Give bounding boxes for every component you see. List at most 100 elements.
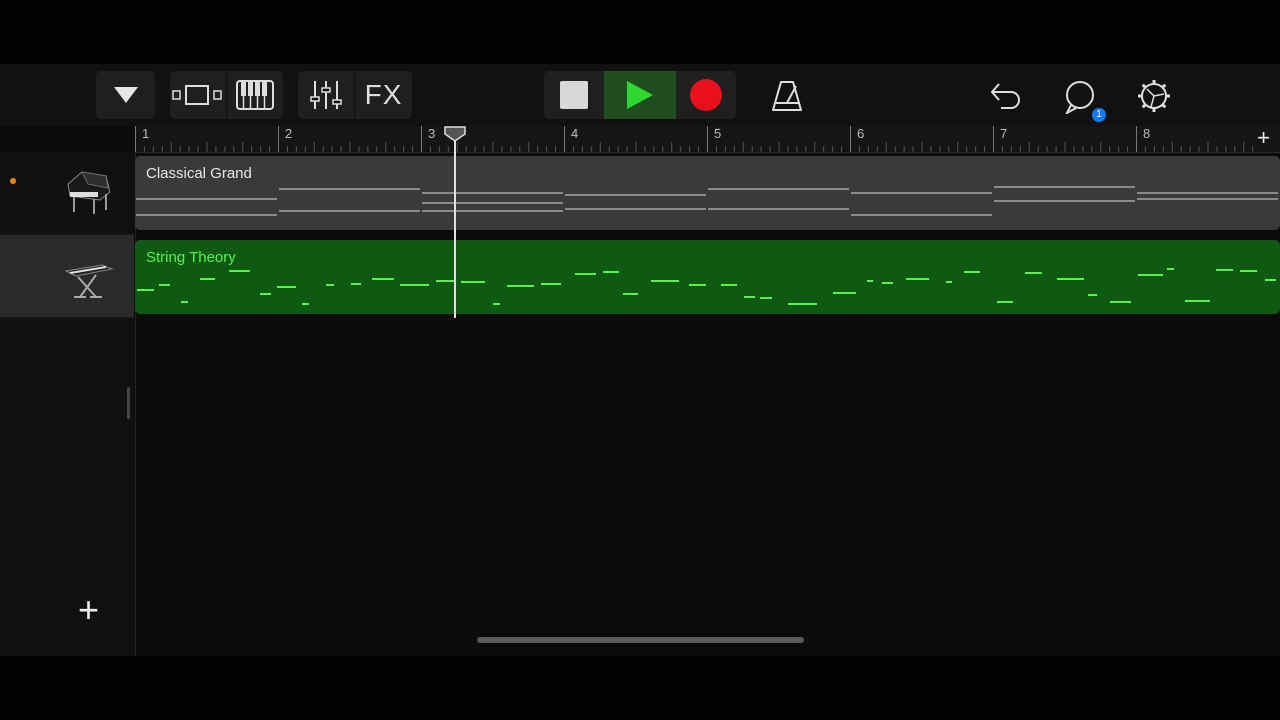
midi-note — [623, 293, 638, 295]
midi-note — [1240, 270, 1257, 272]
undo-icon — [990, 83, 1020, 109]
bar-number: 6 — [857, 126, 865, 141]
midi-note — [1265, 279, 1276, 281]
midi-note — [302, 303, 309, 305]
midi-note — [279, 188, 420, 190]
bar-number: 7 — [1000, 126, 1008, 141]
midi-note — [137, 289, 154, 291]
garageband-app: FX 1 1 2 3 4 5 6 7 8 + + Classical Grand… — [0, 64, 1280, 656]
mixer-button[interactable] — [298, 71, 354, 119]
toolbar: FX 1 — [0, 64, 1280, 126]
playhead-line — [454, 140, 456, 318]
midi-note — [136, 198, 277, 200]
keyboard-icon — [236, 80, 274, 110]
midi-note — [708, 188, 849, 190]
midi-note — [603, 271, 619, 273]
midi-note — [1216, 269, 1233, 271]
midi-note — [260, 293, 271, 295]
ruler-ticks — [135, 126, 1254, 152]
midi-note — [461, 281, 485, 283]
keyboard-button[interactable] — [227, 71, 283, 119]
record-button[interactable] — [676, 71, 736, 119]
midi-note — [851, 214, 992, 216]
midi-note — [721, 284, 737, 286]
midi-note — [277, 286, 296, 288]
fx-button[interactable]: FX — [355, 71, 412, 119]
record-icon — [690, 79, 722, 111]
midi-note — [760, 297, 772, 299]
track-header-string-theory[interactable] — [0, 235, 134, 318]
mixer-sliders-icon — [310, 81, 342, 109]
add-section-button[interactable]: + — [1257, 126, 1270, 150]
midi-note — [1185, 300, 1210, 302]
region-string-theory[interactable]: String Theory — [135, 240, 1280, 314]
bar-number: 5 — [714, 126, 722, 141]
midi-note — [882, 282, 893, 284]
midi-note — [136, 214, 277, 216]
play-icon — [627, 81, 653, 109]
metronome-icon — [772, 81, 802, 111]
midi-note — [744, 296, 755, 298]
midi-note — [507, 285, 534, 287]
midi-note — [1167, 268, 1174, 270]
grand-piano-icon — [67, 171, 111, 214]
tracks-view-icon — [172, 85, 222, 105]
midi-note — [1137, 198, 1278, 200]
add-track-button[interactable]: + — [78, 592, 99, 628]
midi-note — [994, 200, 1135, 202]
midi-note — [1057, 278, 1084, 280]
home-indicator[interactable] — [477, 637, 804, 643]
midi-note — [906, 278, 929, 280]
midi-note — [159, 284, 170, 286]
midi-note — [541, 283, 561, 285]
region-label: String Theory — [146, 249, 236, 266]
timeline-ruler[interactable]: 1 2 3 4 5 6 7 8 + — [135, 126, 1280, 153]
loop-count-badge: 1 — [1092, 108, 1106, 122]
transport-group — [544, 71, 736, 119]
settings-button[interactable] — [1134, 76, 1174, 116]
midi-note — [964, 271, 980, 273]
midi-note — [422, 192, 563, 194]
bar-number: 4 — [571, 126, 579, 141]
stop-button[interactable] — [544, 71, 604, 119]
midi-note — [1088, 294, 1097, 296]
midi-note — [997, 301, 1013, 303]
bar-number: 2 — [285, 126, 293, 141]
undo-button[interactable] — [986, 78, 1024, 114]
midi-note — [372, 278, 394, 280]
midi-note — [229, 270, 250, 272]
midi-note — [689, 284, 706, 286]
bar-number: 8 — [1143, 126, 1151, 141]
track-lanes: Classical Grand String Theory — [135, 152, 1280, 656]
midi-note — [833, 292, 856, 294]
settings-gear-icon — [1138, 80, 1170, 112]
midi-note — [1138, 274, 1163, 276]
region-label: Classical Grand — [146, 165, 252, 182]
track-header-classical-grand[interactable] — [0, 152, 134, 235]
view-group — [170, 71, 283, 119]
region-classical-grand[interactable]: Classical Grand — [135, 156, 1280, 230]
metronome-button[interactable] — [768, 78, 806, 114]
midi-note — [788, 303, 817, 305]
header-resize-handle[interactable] — [127, 387, 130, 419]
midi-note — [1137, 192, 1278, 194]
midi-note — [651, 280, 679, 282]
midi-note — [851, 192, 992, 194]
loop-browser-icon — [1065, 81, 1094, 114]
loop-browser-button[interactable]: 1 — [1060, 78, 1106, 122]
stop-icon — [560, 81, 588, 109]
keyboard-stand-icon — [64, 264, 114, 298]
midi-note — [181, 301, 188, 303]
midi-note — [867, 280, 873, 282]
tracks-view-button[interactable] — [170, 71, 226, 119]
midi-note — [200, 278, 215, 280]
midi-note — [493, 303, 500, 305]
midi-note — [994, 186, 1135, 188]
triangle-down-icon — [113, 87, 138, 103]
mix-group: FX — [298, 71, 412, 119]
menu-button[interactable] — [96, 71, 155, 119]
track-headers: + — [0, 152, 136, 656]
midi-note — [565, 194, 706, 196]
play-button[interactable] — [604, 71, 676, 119]
midi-note — [351, 283, 361, 285]
